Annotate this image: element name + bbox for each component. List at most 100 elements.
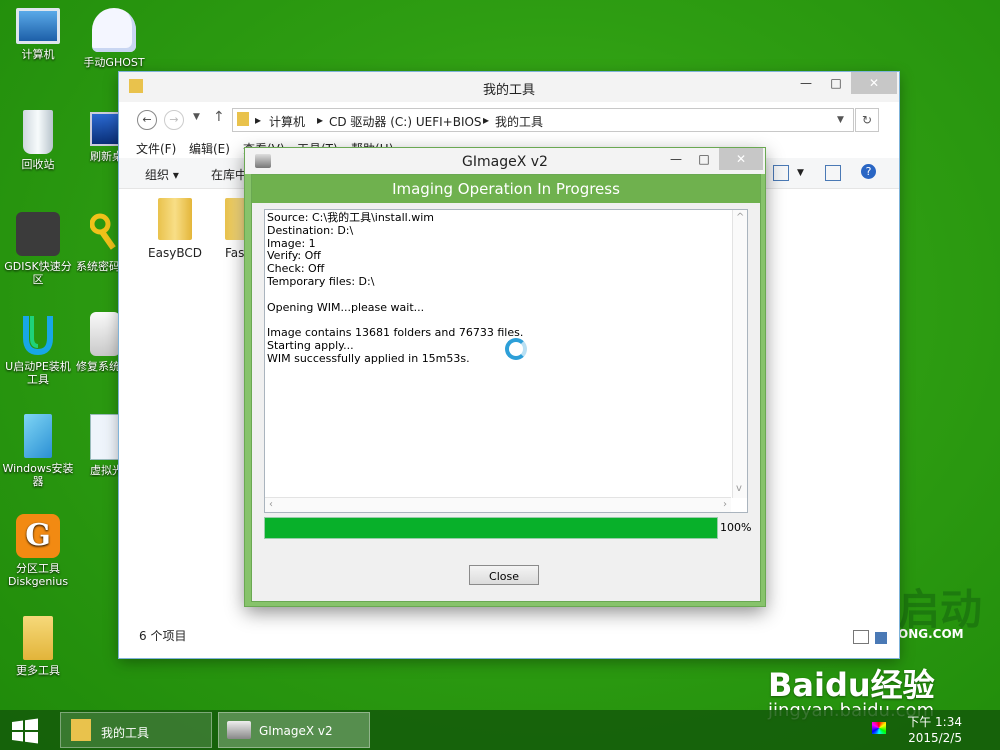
recycle-bin-icon <box>23 110 53 154</box>
log-text: Source: C:\我的工具\install.wim Destination:… <box>267 211 524 365</box>
desktop-icon-computer[interactable]: 计算机 <box>0 8 76 61</box>
desktop-icon-label: 更多工具 <box>16 664 60 677</box>
clock-date: 2015/2/5 <box>908 731 962 745</box>
desktop-icon-virtual-drive[interactable]: 虚拟光 <box>76 414 120 477</box>
status-item-count: 6 个项目 <box>139 629 187 643</box>
scroll-down-icon[interactable]: v <box>736 483 742 494</box>
log-output[interactable]: Source: C:\我的工具\install.wim Destination:… <box>264 209 748 513</box>
minimize-button[interactable]: — <box>791 72 821 94</box>
loading-spinner-icon <box>505 338 527 360</box>
key-icon <box>89 212 120 256</box>
desktop-icon-gdisk[interactable]: GDISK快速分区 <box>0 212 76 286</box>
desktop-icon-label: 虚拟光 <box>90 464 120 477</box>
large-icons-view-icon[interactable] <box>875 632 887 644</box>
windows-installer-icon <box>24 414 52 458</box>
close-button[interactable]: ✕ <box>851 72 897 94</box>
taskbar-item-gimagex[interactable]: GImageX v2 <box>218 712 370 748</box>
breadcrumb[interactable]: 计算机 <box>269 113 305 130</box>
chevron-down-icon[interactable]: ▼ <box>837 115 844 125</box>
file-item-label: EasyBCD <box>148 246 202 260</box>
dialog-client: Imaging Operation In Progress Source: C:… <box>251 174 761 602</box>
scroll-left-icon[interactable]: ‹ <box>269 499 273 510</box>
up-button[interactable]: ↑ <box>213 109 225 125</box>
close-window-button[interactable]: ✕ <box>719 148 763 170</box>
desktop-icon-u-pe[interactable]: U启动PE装机工具 <box>0 312 76 386</box>
folder-icon <box>237 112 249 126</box>
chevron-down-icon[interactable]: ▼ <box>797 168 804 178</box>
folder-icon <box>23 616 53 660</box>
include-in-library-button[interactable]: 在库中 <box>211 166 247 183</box>
ghost-icon <box>92 8 136 52</box>
folder-icon <box>158 198 192 240</box>
vertical-scrollbar[interactable]: ^ v <box>732 210 747 498</box>
windows-logo-icon <box>12 718 38 744</box>
gimagex-dialog: GImageX v2 — □ ✕ Imaging Operation In Pr… <box>245 148 765 606</box>
first-aid-kit-icon <box>90 312 120 356</box>
desktop-icon-label: U启动PE装机工具 <box>5 360 71 386</box>
explorer-titlebar[interactable]: 我的工具 — □ ✕ <box>119 72 899 102</box>
help-icon[interactable]: ? <box>861 164 876 179</box>
file-item[interactable]: Fast <box>219 198 245 260</box>
preview-pane-icon[interactable] <box>825 165 841 181</box>
gimagex-app-icon <box>227 721 251 739</box>
breadcrumb[interactable]: CD 驱动器 (C:) UEFI+BIOS <box>329 113 482 130</box>
progress-percent: 100% <box>720 521 752 534</box>
progress-bar <box>264 517 718 539</box>
desktop-icon-label: 分区工具Diskgenius <box>7 562 69 588</box>
desktop-icon-more-tools[interactable]: 更多工具 <box>0 616 76 677</box>
history-dropdown-icon[interactable]: ▼ <box>193 112 200 122</box>
folder-icon <box>71 719 91 741</box>
u-logo-icon <box>16 312 60 356</box>
taskbar-item-label: GImageX v2 <box>259 724 333 738</box>
tray-color-icon[interactable] <box>872 722 886 734</box>
refresh-button[interactable]: ↻ <box>855 108 879 132</box>
gimagex-titlebar[interactable]: GImageX v2 — □ ✕ <box>245 148 765 174</box>
desktop-icon-ghost[interactable]: 手动GHOST <box>76 8 152 69</box>
desktop-icon-label: 手动GHOST <box>83 56 145 69</box>
address-bar-row: ← → ▼ ↑ ▸ 计算机 ▸ CD 驱动器 (C:) UEFI+BIOS ▸ … <box>119 104 899 134</box>
minimize-button[interactable]: — <box>661 148 691 170</box>
desktop-icon-label: GDISK快速分区 <box>4 260 72 286</box>
close-button[interactable]: Close <box>469 565 539 585</box>
file-item-label: Fast <box>225 246 245 260</box>
desktop-icon-diskgenius[interactable]: G 分区工具Diskgenius <box>0 514 76 588</box>
horizontal-scrollbar[interactable]: ‹ › <box>265 497 731 512</box>
desktop-icon-recycle-bin[interactable]: 回收站 <box>0 110 76 171</box>
desktop-icon-label: 修复系统 <box>76 360 120 373</box>
progress-fill <box>265 518 717 538</box>
desktop-icon-windows-installer[interactable]: Windows安装器 <box>0 414 76 488</box>
details-view-icon[interactable] <box>853 630 869 644</box>
window-title: 我的工具 <box>482 83 535 98</box>
start-button[interactable] <box>10 718 40 744</box>
scroll-up-icon[interactable]: ^ <box>736 212 744 223</box>
taskbar: 我的工具 GImageX v2 下午 1:34 2015/2/5 <box>0 710 1000 750</box>
operation-banner: Imaging Operation In Progress <box>252 175 760 203</box>
taskbar-item-label: 我的工具 <box>101 726 150 740</box>
clock[interactable]: 下午 1:34 2015/2/5 <box>907 714 962 746</box>
diskgenius-icon: G <box>16 514 60 558</box>
file-item[interactable]: EasyBCD <box>145 198 205 260</box>
scroll-right-icon[interactable]: › <box>723 499 727 510</box>
desktop-icon-label: Windows安装器 <box>2 462 74 488</box>
view-options-icon[interactable] <box>773 165 789 181</box>
address-input[interactable]: ▸ 计算机 ▸ CD 驱动器 (C:) UEFI+BIOS ▸ 我的工具 ▼ <box>232 108 854 132</box>
taskbar-item-explorer[interactable]: 我的工具 <box>60 712 212 748</box>
menu-file[interactable]: 文件(F) <box>136 140 176 157</box>
computer-icon <box>16 8 60 44</box>
desktop-icon-label: 计算机 <box>21 48 55 61</box>
desktop-icon-label: 系统密码 <box>76 260 120 273</box>
desktop-icon-password[interactable]: 系统密码 <box>76 212 120 273</box>
menu-edit[interactable]: 编辑(E) <box>189 140 230 157</box>
maximize-button[interactable]: □ <box>821 72 851 94</box>
forward-button[interactable]: → <box>164 110 184 130</box>
watermark-url: ONG.COM <box>898 627 964 641</box>
clock-time: 下午 1:34 <box>907 715 962 729</box>
gear-icon <box>16 212 60 256</box>
maximize-button[interactable]: □ <box>689 148 719 170</box>
back-button[interactable]: ← <box>137 110 157 130</box>
breadcrumb[interactable]: 我的工具 <box>495 113 543 130</box>
organize-button[interactable]: 组织 ▾ <box>145 166 179 183</box>
desktop-icon-repair[interactable]: 修复系统 <box>76 312 120 373</box>
page-icon <box>90 414 120 460</box>
desktop-icon-label: 回收站 <box>21 158 55 171</box>
